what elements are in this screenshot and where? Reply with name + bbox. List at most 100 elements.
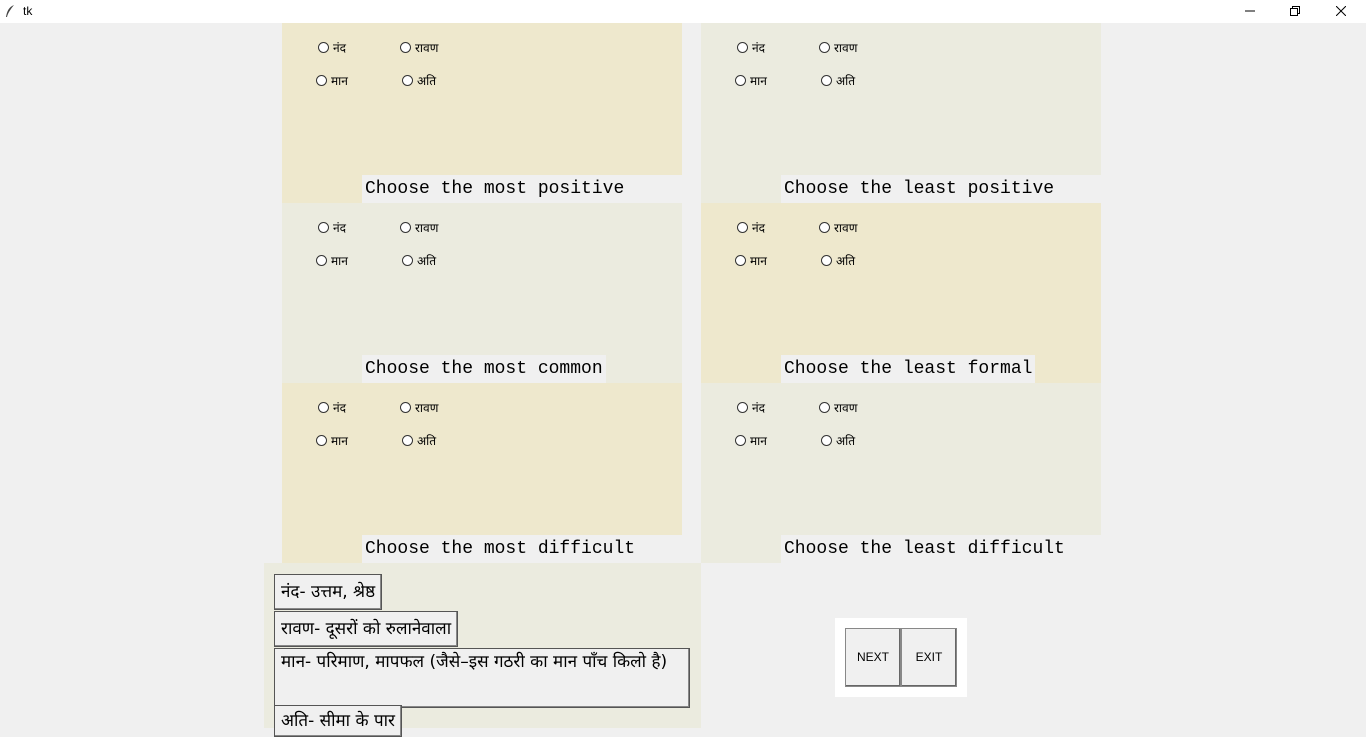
question-prompt: Choose the least positive bbox=[781, 175, 1101, 203]
radio-circle[interactable] bbox=[819, 42, 830, 53]
option-label: नंद bbox=[752, 221, 766, 235]
radio-circle[interactable] bbox=[402, 255, 413, 266]
close-icon bbox=[1335, 5, 1347, 17]
option-label: रावण bbox=[415, 401, 439, 415]
option-label: मान bbox=[750, 434, 767, 448]
option-radio[interactable]: अति bbox=[402, 433, 436, 449]
option-label: मान bbox=[750, 254, 767, 268]
option-label: नंद bbox=[752, 41, 766, 55]
radio-circle[interactable] bbox=[318, 222, 329, 233]
radio-circle[interactable] bbox=[821, 75, 832, 86]
radio-circle[interactable] bbox=[402, 75, 413, 86]
feather-icon bbox=[6, 5, 14, 17]
radio-circle[interactable] bbox=[735, 435, 746, 446]
option-radio[interactable]: नंद bbox=[737, 400, 765, 416]
option-label: रावण bbox=[834, 401, 858, 415]
radio-circle[interactable] bbox=[737, 222, 748, 233]
radio-circle[interactable] bbox=[402, 435, 413, 446]
option-radio[interactable]: रावण bbox=[819, 400, 857, 416]
option-radio[interactable]: रावण bbox=[819, 40, 857, 56]
option-radio[interactable]: अति bbox=[821, 433, 855, 449]
question-panel: नंद रावण मान अति Choose the most positiv… bbox=[282, 23, 682, 203]
option-label: रावण bbox=[834, 41, 858, 55]
glossary-entry: अति- सीमा के पार bbox=[274, 705, 402, 737]
radio-circle[interactable] bbox=[400, 222, 411, 233]
restore-icon bbox=[1290, 6, 1300, 16]
radio-circle[interactable] bbox=[737, 402, 748, 413]
option-radio[interactable]: मान bbox=[735, 73, 767, 89]
option-radio[interactable]: अति bbox=[821, 253, 855, 269]
radio-circle[interactable] bbox=[316, 75, 327, 86]
option-label: रावण bbox=[415, 41, 439, 55]
glossary-entry: रावण- दूसरों को रुलानेवाला bbox=[274, 611, 459, 647]
option-radio[interactable]: मान bbox=[735, 253, 767, 269]
option-radio[interactable]: अति bbox=[821, 73, 855, 89]
radio-circle[interactable] bbox=[400, 42, 411, 53]
option-radio[interactable]: मान bbox=[316, 253, 348, 269]
option-radio[interactable]: रावण bbox=[400, 220, 438, 236]
option-radio[interactable]: नंद bbox=[318, 220, 346, 236]
option-label: अति bbox=[417, 434, 437, 448]
option-label: रावण bbox=[415, 221, 439, 235]
window-title: tk bbox=[23, 4, 33, 18]
option-radio[interactable]: रावण bbox=[400, 40, 438, 56]
minimize-icon bbox=[1245, 10, 1255, 12]
option-label: मान bbox=[331, 254, 348, 268]
option-label: मान bbox=[331, 434, 348, 448]
next-button[interactable]: NEXT bbox=[845, 628, 901, 687]
question-panel: नंद रावण मान अति Choose the least formal bbox=[701, 203, 1101, 383]
option-radio[interactable]: मान bbox=[316, 433, 348, 449]
radio-circle[interactable] bbox=[819, 402, 830, 413]
radio-circle[interactable] bbox=[318, 402, 329, 413]
title-bar: tk bbox=[0, 0, 1366, 23]
option-radio[interactable]: अति bbox=[402, 73, 436, 89]
button-frame: NEXT EXIT bbox=[835, 618, 967, 697]
radio-circle[interactable] bbox=[318, 42, 329, 53]
option-label: मान bbox=[750, 74, 767, 88]
option-label: नंद bbox=[333, 41, 347, 55]
radio-circle[interactable] bbox=[735, 75, 746, 86]
radio-circle[interactable] bbox=[737, 42, 748, 53]
option-label: नंद bbox=[752, 401, 766, 415]
radio-circle[interactable] bbox=[735, 255, 746, 266]
option-radio[interactable]: मान bbox=[735, 433, 767, 449]
radio-circle[interactable] bbox=[316, 255, 327, 266]
question-panel: नंद रावण मान अति Choose the most common bbox=[282, 203, 682, 383]
glossary-entry: मान- परिमाण, मापफल (जैसे–इस गठरी का मान … bbox=[274, 648, 690, 708]
option-radio[interactable]: नंद bbox=[318, 400, 346, 416]
radio-circle[interactable] bbox=[821, 255, 832, 266]
option-radio[interactable]: नंद bbox=[737, 220, 765, 236]
radio-circle[interactable] bbox=[819, 222, 830, 233]
question-prompt: Choose the least difficult bbox=[781, 535, 1101, 563]
question-prompt: Choose the most common bbox=[362, 355, 606, 383]
option-radio[interactable]: नंद bbox=[737, 40, 765, 56]
option-label: अति bbox=[836, 254, 856, 268]
option-label: नंद bbox=[333, 221, 347, 235]
option-label: अति bbox=[836, 434, 856, 448]
radio-circle[interactable] bbox=[316, 435, 327, 446]
question-prompt: Choose the most difficult bbox=[362, 535, 682, 563]
option-radio[interactable]: नंद bbox=[318, 40, 346, 56]
minimize-button[interactable] bbox=[1227, 0, 1273, 23]
question-prompt: Choose the most positive bbox=[362, 175, 682, 203]
option-label: मान bbox=[331, 74, 348, 88]
glossary-panel: नंद- उत्तम, श्रेष्ठ रावण- दूसरों को रुला… bbox=[264, 563, 701, 737]
close-button[interactable] bbox=[1318, 0, 1364, 23]
option-label: रावण bbox=[834, 221, 858, 235]
option-label: अति bbox=[836, 74, 856, 88]
radio-circle[interactable] bbox=[821, 435, 832, 446]
question-panel: नंद रावण मान अति Choose the least positi… bbox=[701, 23, 1101, 203]
question-panel: नंद रावण मान अति Choose the least diffic… bbox=[701, 383, 1101, 563]
maximize-button[interactable] bbox=[1272, 0, 1318, 23]
question-panel: नंद रावण मान अति Choose the most difficu… bbox=[282, 383, 682, 563]
option-label: अति bbox=[417, 254, 437, 268]
option-radio[interactable]: रावण bbox=[400, 400, 438, 416]
glossary-entry: नंद- उत्तम, श्रेष्ठ bbox=[274, 574, 383, 610]
option-radio[interactable]: अति bbox=[402, 253, 436, 269]
exit-button[interactable]: EXIT bbox=[901, 628, 957, 687]
question-prompt: Choose the least formal bbox=[781, 355, 1036, 383]
radio-circle[interactable] bbox=[400, 402, 411, 413]
option-radio[interactable]: रावण bbox=[819, 220, 857, 236]
option-label: नंद bbox=[333, 401, 347, 415]
option-radio[interactable]: मान bbox=[316, 73, 348, 89]
